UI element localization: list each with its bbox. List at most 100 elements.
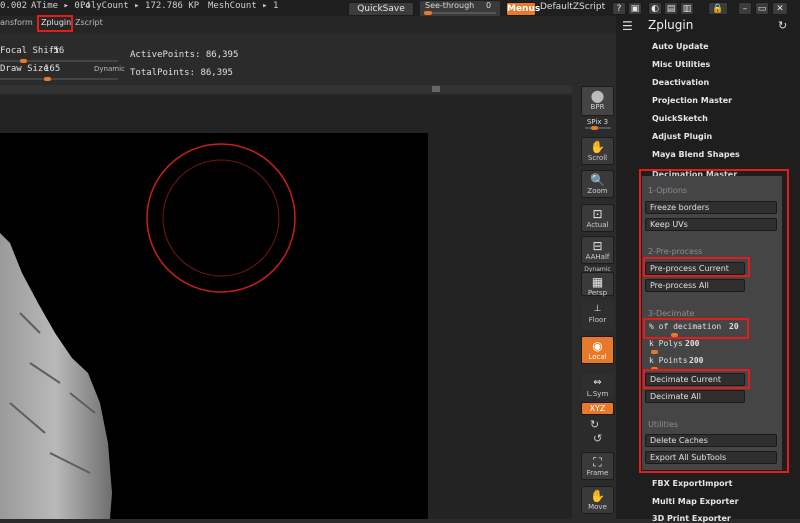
draw-size-track [0,77,118,81]
top-scroll-strip[interactable] [0,85,572,93]
local-icon: ◉ [592,339,603,353]
brush-outer-ring-icon [146,143,296,293]
symmetry-icon: ⇔ [593,377,602,388]
kpolys-knob[interactable] [651,350,658,354]
layout-2-icon[interactable]: ▥ [680,2,694,15]
move-icon: ✋ [590,489,605,503]
xyz-button[interactable]: XYZ [581,402,614,415]
utilities-heading: Utilities [648,420,679,429]
focal-shift-knob[interactable] [20,59,27,63]
stat-meshcount: MeshCount ▸ 1 [208,1,279,11]
kpolys-slider[interactable]: k Polys 200 [645,338,777,354]
decimate-all-button[interactable]: Decimate All [645,390,745,403]
scroll-handle[interactable] [432,86,440,92]
draw-size-value: 165 [44,64,61,74]
plugin-list: Auto Update Misc Utilities Deactivation … [616,36,800,176]
zoom-button[interactable]: 🔍 Zoom [581,170,614,198]
menu-tab-zscript[interactable]: Zscript [75,18,103,27]
active-points-readout: ActivePoints: 86,395 [130,50,239,60]
options-heading: 1-Options [648,186,688,195]
highlight-decimation-percent [643,318,749,339]
stat-polycount: PolyCount ▸ 172.786 KP [80,1,200,11]
sculpt-mesh[interactable] [0,233,112,519]
rotate-y-icon[interactable]: ↻ [590,418,599,431]
local-label: Local [588,353,607,361]
aahalf-label: AAHalf [585,253,610,261]
highlight-preprocess-current [643,257,750,277]
default-zscript-button[interactable]: DefaultZScript [540,2,605,12]
brush-inner-ring-icon [162,159,280,277]
quicksave-button[interactable]: QuickSave [348,2,414,16]
see-through-knob[interactable] [424,11,432,15]
see-through-label: See-through [425,1,475,10]
plugin-projection-master[interactable]: Projection Master [652,96,732,105]
lsym-button[interactable]: ⇔ L.Sym [581,374,614,398]
lsym-label: L.Sym [586,390,609,398]
menu-tab-transform[interactable]: ansform [0,18,33,27]
preprocess-all-button[interactable]: Pre-process All [645,279,745,292]
scroll-button[interactable]: ✋ Scroll [581,137,614,165]
plugin-deactivation[interactable]: Deactivation [652,78,709,87]
hand-icon: ✋ [590,140,605,154]
freeze-borders-button[interactable]: Freeze borders [645,201,777,214]
draw-size-slider[interactable]: Draw Size 165 Dynamic [0,64,125,82]
focal-shift-track [0,59,118,63]
plugin-quicksketch[interactable]: QuickSketch [652,114,708,123]
floor-icon: ⊥ [593,304,602,314]
magnifier-icon: 🔍 [590,173,605,187]
close-icon[interactable]: ✕ [772,2,788,15]
plugin-misc-utilities[interactable]: Misc Utilities [652,60,710,69]
persp-button[interactable]: ▦ Persp [581,272,614,297]
decimate-heading: 3-Decimate [648,309,695,318]
plugin-multi-map-exporter[interactable]: Multi Map Exporter [652,497,739,506]
restore-icon[interactable]: ▭ [755,2,769,15]
bpr-button[interactable]: ● BPR [581,86,614,116]
move-label: Move [588,503,607,511]
plugin-adjust-plugin[interactable]: Adjust Plugin [652,132,712,141]
layout-icon[interactable]: ▣ [628,2,642,15]
aahalf-button[interactable]: ⊟ AAHalf [581,236,614,264]
move-button[interactable]: ✋ Move [581,486,614,514]
delete-caches-button[interactable]: Delete Caches [645,434,777,447]
kpolys-value: 200 [685,339,700,348]
spix-track [584,126,611,130]
help-icon[interactable]: ? [612,2,626,15]
palette-icon[interactable]: ▤ [664,2,678,15]
spix-slider[interactable]: SPix 3 [581,118,614,130]
see-through-track [424,11,496,15]
canvas-overlay [0,143,296,519]
dynamic-toggle[interactable]: Dynamic [94,65,125,73]
highlight-decimate-current [643,369,750,389]
frame-icon: ⛶ [593,455,602,469]
draw-size-knob[interactable] [44,77,51,81]
palette-menu-icon[interactable]: ☰ [622,19,633,33]
spix-knob[interactable] [590,126,598,130]
aahalf-icon: ⊟ [592,239,603,253]
frame-button[interactable]: ⛶ Frame [581,452,614,480]
total-points-readout: TotalPoints: 86,395 [130,68,233,78]
color-icon[interactable]: ◐ [648,2,662,15]
rotate-z-icon[interactable]: ↺ [593,432,602,445]
export-all-subtools-button[interactable]: Export All SubTools [645,451,777,464]
bpr-label: BPR [590,103,605,111]
floor-button[interactable]: ⊥ Floor [581,300,614,330]
local-button[interactable]: ◉ Local [581,336,614,364]
see-through-slider[interactable]: See-through 0 [420,1,500,16]
preprocess-heading: 2-Pre-process [648,247,703,256]
grid-icon: ▦ [591,275,604,289]
refresh-icon[interactable]: ↻ [778,19,787,32]
kpoints-value: 200 [689,356,704,365]
focal-shift-value: -56 [48,46,65,56]
menus-button[interactable]: Menus [506,2,540,16]
keep-uvs-button[interactable]: Keep UVs [645,218,777,231]
focal-shift-slider[interactable]: Focal Shift -56 [0,46,124,64]
actual-size-icon: ⊡ [592,207,603,221]
plugin-maya-blend-shapes[interactable]: Maya Blend Shapes [652,150,740,159]
see-through-value: 0 [486,1,492,10]
minimize-icon[interactable]: – [738,2,752,15]
lock-icon[interactable]: 🔒 [708,2,728,15]
plugin-fbx-exportimport[interactable]: FBX ExportImport [652,479,732,488]
actual-button[interactable]: ⊡ Actual [581,204,614,232]
plugin-auto-update[interactable]: Auto Update [652,42,709,51]
zoom-label: Zoom [587,187,608,195]
